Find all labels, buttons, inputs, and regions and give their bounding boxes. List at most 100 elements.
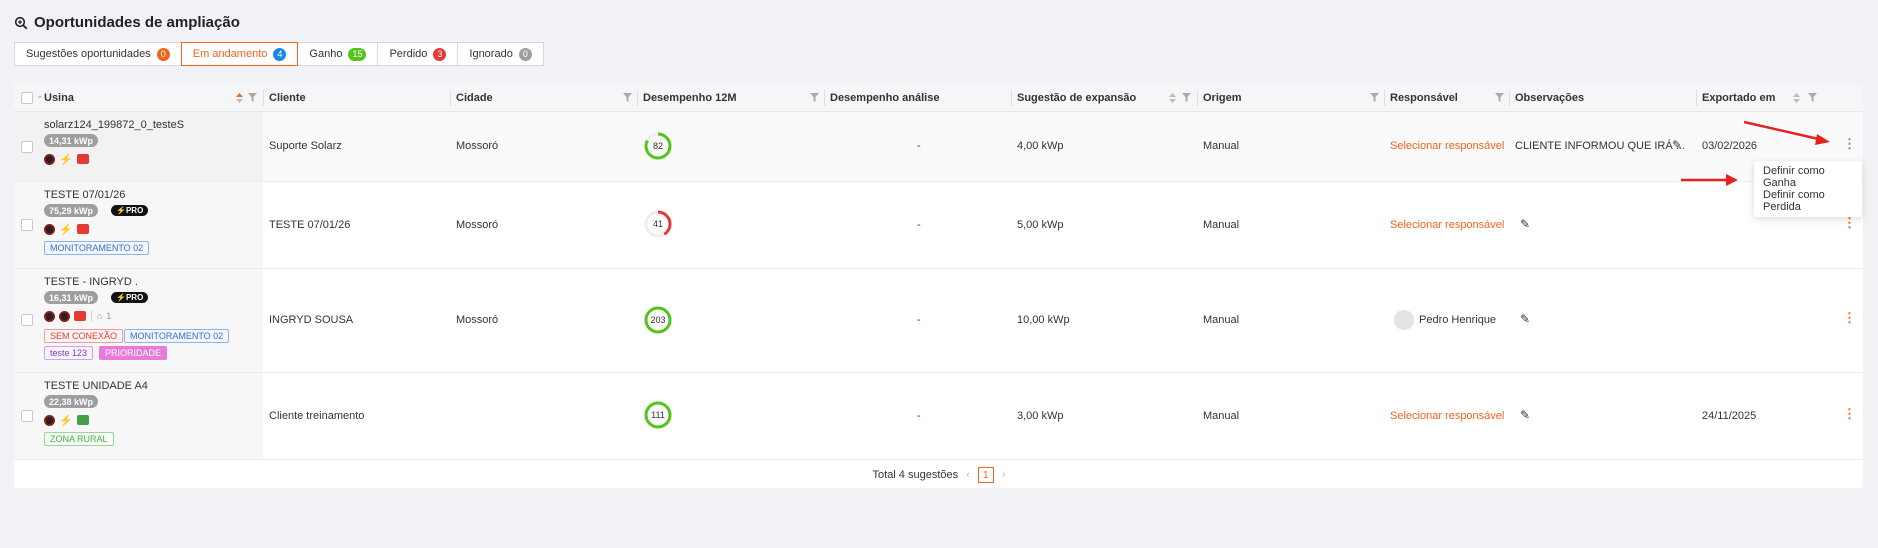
origem: Manual [1203, 219, 1240, 231]
exportado-em: 03/02/2026 [1702, 140, 1758, 152]
chevron-left-icon[interactable]: ‹ [966, 469, 970, 481]
col-cliente[interactable]: Cliente [269, 84, 306, 112]
alert-icon [76, 154, 89, 164]
more-icon[interactable]: ⋮ [1843, 406, 1856, 422]
tab-perdido[interactable]: Perdido 3 [377, 42, 459, 66]
no-connection-icon: ⚡ [59, 223, 73, 236]
col-responsavel[interactable]: Responsável [1390, 84, 1458, 112]
sugestao-expansao: 5,00 kWp [1017, 219, 1064, 231]
tag: MONITORAMENTO 02 [124, 329, 230, 343]
sort-icon[interactable] [1793, 93, 1800, 103]
table-row[interactable]: TESTE UNIDADE A4 22,38 kWp ⚡ ZONA RURAL … [14, 373, 1863, 460]
row-checkbox[interactable] [21, 219, 33, 231]
col-cidade[interactable]: Cidade [456, 84, 493, 112]
table-row[interactable]: solarz124_199872_0_testeS 14,31 kWp ⚡ Su… [14, 112, 1863, 182]
row-checkbox[interactable] [21, 141, 33, 153]
cliente: INGRYD SOUSA [269, 314, 354, 326]
col-sugestao[interactable]: Sugestão de expansão [1017, 84, 1136, 112]
filter-icon[interactable] [810, 93, 819, 102]
no-connection-icon: ⚡ [59, 414, 73, 427]
usina-name[interactable]: TESTE 07/01/26 [44, 189, 125, 201]
filter-icon[interactable] [1182, 93, 1191, 102]
desempenho-analise: - [917, 219, 921, 231]
table-row[interactable]: TESTE - INGRYD . 16,31 kWp ⚡ PRO | ⌂ 1 SE… [14, 269, 1863, 373]
page-number[interactable]: 1 [977, 467, 994, 483]
row-checkbox[interactable] [21, 410, 33, 422]
sort-icon[interactable] [1169, 93, 1176, 103]
cliente: Suporte Solarz [269, 140, 342, 152]
usina-cell: TESTE 07/01/26 75,29 kWp ⚡ PRO ⚡ MONITORA… [14, 182, 263, 268]
usina-cell: TESTE - INGRYD . 16,31 kWp ⚡ PRO | ⌂ 1 SE… [14, 269, 263, 372]
inverter-icon [44, 153, 55, 165]
cliente: TESTE 07/01/26 [269, 219, 351, 231]
more-icon[interactable]: ⋮ [1843, 215, 1856, 231]
filter-icon[interactable] [1370, 93, 1379, 102]
pro-badge: ⚡ PRO [111, 205, 149, 216]
select-responsible-link[interactable]: Selecionar responsável [1390, 219, 1504, 231]
performance-value: 111 [651, 410, 665, 420]
filter-icon[interactable] [1495, 93, 1504, 102]
usina-cell: TESTE UNIDADE A4 22,38 kWp ⚡ ZONA RURAL [14, 373, 263, 459]
sugestao-expansao: 4,00 kWp [1017, 140, 1064, 152]
edit-icon[interactable]: ✎ [1520, 312, 1530, 326]
inverter-icon [44, 414, 55, 426]
plant-icon: ⌂ [96, 311, 103, 321]
chevron-down-icon[interactable]: ⌄ [36, 90, 44, 101]
alert-icon [74, 311, 86, 321]
row-checkbox[interactable] [21, 314, 33, 326]
tab-sugestoes[interactable]: Sugestões oportunidades 0 [14, 42, 182, 66]
table-header: ⌄ Usina Cliente Cidade Desempenho 12M De… [14, 84, 1863, 112]
tag: SEM CONEXÃO [44, 329, 124, 343]
col-desempenho-12m[interactable]: Desempenho 12M [643, 84, 737, 112]
tab-label: Sugestões oportunidades [26, 48, 151, 60]
sugestao-expansao: 10,00 kWp [1017, 314, 1070, 326]
col-origem[interactable]: Origem [1203, 84, 1242, 112]
inverter-icon [44, 223, 55, 235]
select-all-checkbox[interactable] [21, 92, 33, 104]
tab-label: Em andamento [192, 48, 268, 60]
more-icon[interactable]: ⋮ [1843, 310, 1856, 326]
usina-name[interactable]: TESTE UNIDADE A4 [44, 380, 148, 392]
edit-icon[interactable]: ✎ [1520, 408, 1530, 422]
usina-name[interactable]: solarz124_199872_0_testeS [44, 119, 184, 131]
desempenho-analise: - [917, 314, 921, 326]
usina-name[interactable]: TESTE - INGRYD . [44, 276, 138, 288]
more-icon[interactable]: ⋮ [1843, 136, 1856, 152]
select-responsible-link[interactable]: Selecionar responsável [1390, 410, 1504, 422]
col-exportado[interactable]: Exportado em [1702, 84, 1775, 112]
chevron-right-icon[interactable]: › [1002, 469, 1006, 481]
edit-icon[interactable]: ✎ [1672, 138, 1682, 152]
filter-icon[interactable] [248, 93, 257, 102]
tab-count-badge: 0 [518, 47, 532, 61]
col-usina[interactable]: Usina [44, 84, 74, 112]
divider: | [90, 310, 93, 322]
col-observacoes[interactable]: Observações [1515, 84, 1584, 112]
opportunities-table: ⌄ Usina Cliente Cidade Desempenho 12M De… [14, 84, 1863, 488]
performance-value: 41 [652, 219, 663, 229]
tab-label: Perdido [389, 48, 428, 60]
usina-cell: solarz124_199872_0_testeS 14,31 kWp ⚡ [14, 112, 263, 181]
tab-em-andamento[interactable]: Em andamento 4 [180, 42, 299, 66]
sort-icon[interactable] [236, 93, 243, 103]
inverter-icon [44, 310, 55, 322]
tab-count-badge: 0 [156, 47, 170, 61]
mark-won-menu-item[interactable]: Definir como Ganha [1754, 165, 1862, 189]
kwp-badge: 16,31 kWp [44, 291, 99, 304]
kwp-badge: 14,31 kWp [44, 134, 99, 147]
edit-icon[interactable]: ✎ [1520, 217, 1530, 231]
tab-ignorado[interactable]: Ignorado 0 [457, 42, 544, 66]
mark-lost-menu-item[interactable]: Definir como Perdida [1754, 189, 1862, 213]
desempenho-analise: - [917, 410, 921, 422]
responsible-user[interactable]: Pedro Henrique [1394, 310, 1496, 330]
tag: MONITORAMENTO 02 [44, 241, 150, 255]
inverter-count: 1 [106, 311, 112, 321]
tab-count-badge: 15 [348, 47, 367, 61]
tab-label: Ganho [309, 48, 343, 60]
cidade: Mossoró [456, 140, 499, 152]
filter-icon[interactable] [623, 93, 632, 102]
table-row[interactable]: TESTE 07/01/26 75,29 kWp ⚡ PRO ⚡ MONITORA… [14, 182, 1863, 269]
select-responsible-link[interactable]: Selecionar responsável [1390, 140, 1504, 152]
filter-icon[interactable] [1808, 93, 1817, 102]
tab-ganho[interactable]: Ganho 15 [297, 42, 379, 66]
col-desempenho-analise[interactable]: Desempenho análise [830, 84, 939, 112]
